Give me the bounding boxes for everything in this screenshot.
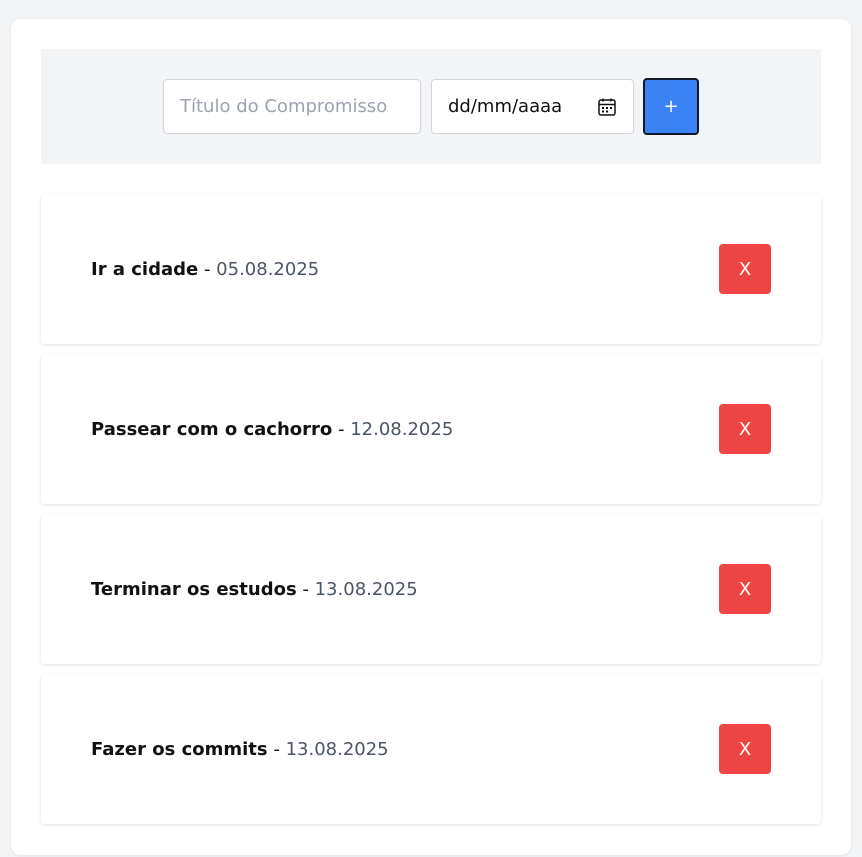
item-separator: - [296,578,315,600]
list-item: Terminar os estudos - 13.08.2025 X [41,514,821,664]
title-input[interactable] [163,79,421,134]
item-text: Fazer os commits - 13.08.2025 [91,674,389,824]
item-separator: - [198,258,217,280]
item-text: Passear com o cachorro - 12.08.2025 [91,354,453,504]
item-title: Ir a cidade [91,258,199,280]
item-date: 05.08.2025 [216,258,320,280]
list-item: Fazer os commits - 13.08.2025 X [41,674,821,824]
delete-button[interactable]: X [719,724,771,774]
calendar-icon[interactable] [597,97,617,117]
item-separator: - [267,738,286,760]
add-form: dd/mm/aaaa + [41,49,821,164]
item-text: Terminar os estudos - 13.08.2025 [91,514,418,664]
item-date: 13.08.2025 [285,738,389,760]
list-item: Ir a cidade - 05.08.2025 X [41,194,821,344]
main-card: dd/mm/aaaa + Ir a cidade - 05.08.2025 [11,19,851,855]
item-title: Terminar os estudos [91,578,297,600]
appointment-list: Ir a cidade - 05.08.2025 X Passear com o… [41,194,821,834]
item-date: 12.08.2025 [350,418,454,440]
item-title: Passear com o cachorro [91,418,333,440]
item-text: Ir a cidade - 05.08.2025 [91,194,319,344]
date-placeholder: dd/mm/aaaa [448,96,563,117]
delete-button[interactable]: X [719,564,771,614]
item-date: 13.08.2025 [314,578,418,600]
item-title: Fazer os commits [91,738,268,760]
list-item: Passear com o cachorro - 12.08.2025 X [41,354,821,504]
delete-button[interactable]: X [719,404,771,454]
add-button[interactable]: + [643,78,699,135]
delete-button[interactable]: X [719,244,771,294]
item-separator: - [332,418,351,440]
date-input[interactable]: dd/mm/aaaa [431,79,634,134]
